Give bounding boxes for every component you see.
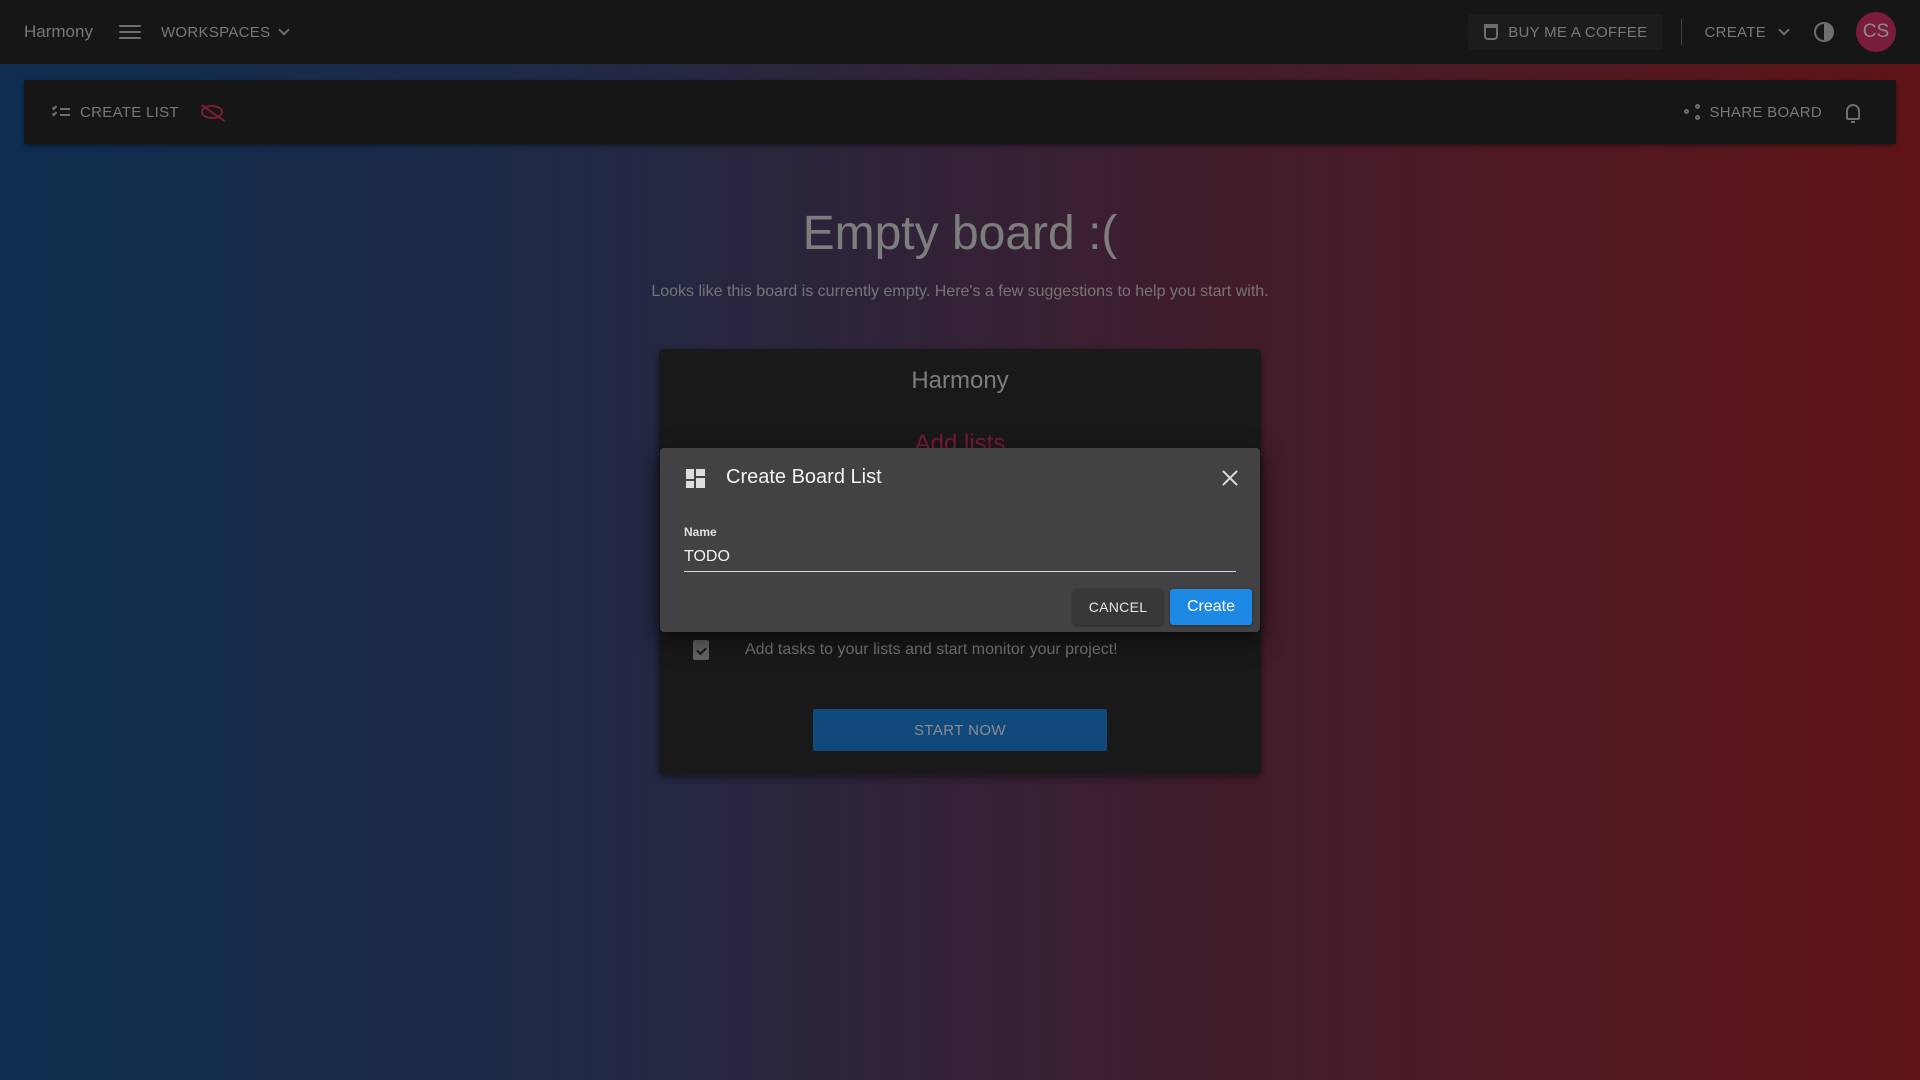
cancel-button[interactable]: CANCEL xyxy=(1073,589,1163,625)
close-icon[interactable] xyxy=(1222,470,1238,486)
dashboard-icon xyxy=(686,469,705,488)
create-board-list-dialog: Create Board List Name CANCEL Create xyxy=(660,448,1260,632)
create-button[interactable]: Create xyxy=(1170,589,1252,625)
dialog-title: Create Board List xyxy=(726,466,882,488)
name-field[interactable] xyxy=(684,542,1236,572)
name-field-label: Name xyxy=(684,525,717,539)
